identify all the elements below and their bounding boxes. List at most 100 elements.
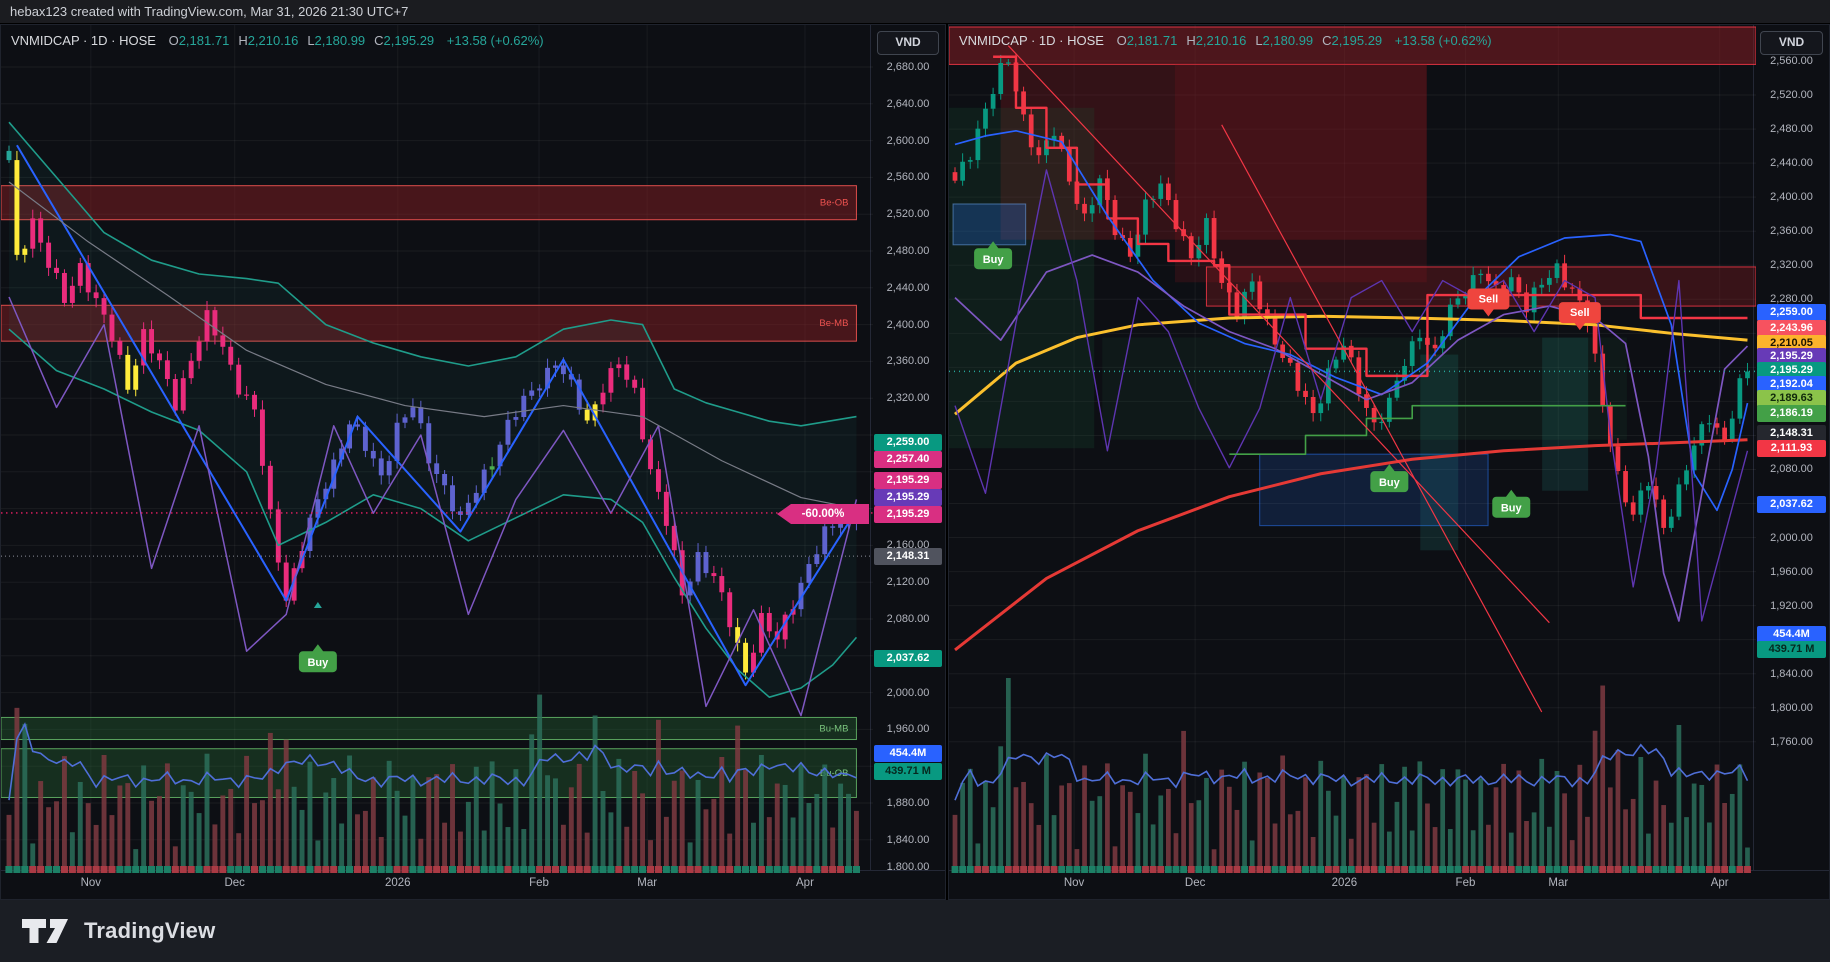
sell-signal-badge: Sell bbox=[1467, 288, 1510, 317]
watermark-text: hebax123 created with TradingView.com, M… bbox=[10, 4, 409, 19]
ohlc-value: 2,210.16 bbox=[247, 33, 299, 48]
svg-text:Sell: Sell bbox=[1570, 307, 1590, 319]
price-tick-label: 2,320.00 bbox=[1770, 259, 1813, 272]
price-value-label: 2,195.29 bbox=[874, 472, 942, 489]
price-tick-label: 2,440.00 bbox=[886, 281, 930, 294]
price-tick-label: 2,000.00 bbox=[886, 686, 930, 699]
volume-layer bbox=[952, 678, 1750, 873]
time-axis[interactable]: Nov Dec 2026 Feb Mar Apr bbox=[949, 870, 1829, 899]
price-tick-label: 2,080.00 bbox=[886, 613, 930, 625]
price-value-label: 2,195.29 bbox=[874, 506, 942, 523]
chart-canvas[interactable]: Be-OBBe-MBBu-MBBu-OBBuy bbox=[1, 25, 873, 873]
price-value-label: 2,186.19 bbox=[1757, 405, 1826, 422]
price-tick-label: 2,480.00 bbox=[886, 245, 930, 257]
time-tick-label: 2026 bbox=[384, 877, 411, 889]
svg-text:Buy: Buy bbox=[307, 657, 329, 669]
ohlc-value: 2,181.71 bbox=[1126, 33, 1178, 48]
price-tick-label: 2,080.00 bbox=[1770, 463, 1813, 476]
ohlc-key: H bbox=[1186, 33, 1196, 48]
price-tick-label: 2,000.00 bbox=[1770, 531, 1813, 544]
price-tick-label: 2,360.00 bbox=[1770, 225, 1813, 238]
ohlc-values: O2,181.71 H2,210.16 L2,180.99 C2,195.29 bbox=[1108, 33, 1383, 48]
measure-percent-label: -60.00% bbox=[777, 504, 869, 524]
price-tick-label: 2,440.00 bbox=[1770, 157, 1813, 170]
symbol-title: VNMIDCAP · 1D · HOSE bbox=[11, 33, 156, 48]
buy-signal-badge: Buy bbox=[1492, 489, 1531, 518]
svg-text:Sell: Sell bbox=[1479, 293, 1499, 305]
ohlc-value: 2,180.99 bbox=[314, 33, 366, 48]
chart-workspace: VNMIDCAP · 1D · HOSE O2,181.71 H2,210.16 L… bbox=[0, 24, 1830, 900]
svg-text:Buy: Buy bbox=[1501, 503, 1523, 515]
price-tick-label: 2,680.00 bbox=[886, 61, 930, 73]
price-tick-label: 2,320.00 bbox=[886, 392, 930, 405]
time-tick-label: Apr bbox=[1710, 877, 1729, 889]
price-tick-label: 2,360.00 bbox=[886, 355, 930, 368]
tradingview-logo-icon[interactable] bbox=[20, 915, 72, 947]
price-value-label: 2,037.62 bbox=[1757, 496, 1826, 513]
chart-canvas[interactable]: Buy Sell Sell Buy Buy bbox=[949, 25, 1756, 873]
price-value-label: 2,037.62 bbox=[874, 650, 942, 667]
time-tick-label: Dec bbox=[224, 877, 245, 889]
price-tick-label: 1,840.00 bbox=[886, 833, 930, 846]
symbol-legend: VNMIDCAP · 1D · HOSE O2,181.71 H2,210.16 L… bbox=[959, 33, 1492, 48]
ohlc-key: L bbox=[307, 33, 315, 48]
ohlc-key: O bbox=[1116, 33, 1127, 48]
ohlc-key: C bbox=[374, 33, 384, 48]
price-tick-label: 2,520.00 bbox=[1770, 89, 1813, 102]
change-value: +13.58 (+0.62%) bbox=[446, 33, 544, 48]
time-tick-label: Nov bbox=[1063, 877, 1085, 889]
svg-text:Bu-MB: Bu-MB bbox=[819, 723, 848, 734]
time-axis[interactable]: Nov Dec 2026 Feb Mar Apr bbox=[1, 870, 945, 899]
price-tick-label: 1,920.00 bbox=[1770, 599, 1813, 612]
price-tick-label: 2,600.00 bbox=[886, 134, 930, 147]
price-tick-label: 2,120.00 bbox=[886, 576, 930, 589]
price-tick-label: 1,840.00 bbox=[1770, 667, 1813, 680]
price-value-label: 2,257.40 bbox=[874, 451, 942, 468]
change-value: +13.58 (+0.62%) bbox=[1394, 33, 1492, 48]
ohlc-key: L bbox=[1255, 33, 1263, 48]
chart-pane-right[interactable]: VNMIDCAP · 1D · HOSE O2,181.71 H2,210.16 L… bbox=[948, 24, 1830, 900]
svg-text:Be-MB: Be-MB bbox=[819, 318, 848, 329]
currency-toggle-button[interactable]: VND bbox=[877, 31, 939, 55]
time-tick-label: Mar bbox=[1548, 877, 1569, 889]
ohlc-key: C bbox=[1322, 33, 1332, 48]
chart-pane-left[interactable]: VNMIDCAP · 1D · HOSE O2,181.71 H2,210.16 L… bbox=[0, 24, 946, 900]
price-tick-label: 2,640.00 bbox=[886, 97, 930, 110]
price-tick-label: 1,800.00 bbox=[1770, 701, 1813, 714]
price-value-label: 2,195.29 bbox=[874, 489, 942, 506]
footer-bar: TradingView bbox=[0, 900, 1830, 962]
ohlc-value: 2,180.99 bbox=[1262, 33, 1314, 48]
price-value-label: 2,259.00 bbox=[874, 434, 942, 451]
tradingview-wordmark: TradingView bbox=[84, 918, 216, 943]
price-tick-label: 2,560.00 bbox=[1770, 55, 1813, 67]
watermark-bar: hebax123 created with TradingView.com, M… bbox=[0, 0, 1830, 24]
bar-color-strip bbox=[951, 866, 1751, 873]
ohlc-value: 2,195.29 bbox=[383, 33, 435, 48]
price-value-label: 439.71 M bbox=[874, 763, 942, 780]
price-value-label: 2,111.93 bbox=[1757, 440, 1826, 457]
svg-text:Be-OB: Be-OB bbox=[820, 198, 849, 209]
price-tick-label: 1,960.00 bbox=[1770, 565, 1813, 578]
time-tick-label: Dec bbox=[1184, 877, 1206, 889]
price-tick-label: 1,760.00 bbox=[1770, 735, 1813, 748]
bar-color-strip bbox=[5, 866, 861, 873]
svg-text:Buy: Buy bbox=[983, 254, 1005, 266]
price-axis[interactable]: VND 2,560.00 2,520.00 2,480.00 2,440.00 2,40… bbox=[1753, 25, 1829, 871]
price-tick-label: 2,480.00 bbox=[1770, 123, 1813, 136]
price-value-label: 454.4M bbox=[874, 745, 942, 762]
svg-text:Buy: Buy bbox=[1379, 477, 1401, 489]
buy-signal-badge: Buy bbox=[298, 644, 337, 673]
ohlc-key: O bbox=[168, 33, 179, 48]
symbol-legend: VNMIDCAP · 1D · HOSE O2,181.71 H2,210.16 L… bbox=[11, 33, 544, 48]
time-tick-label: Mar bbox=[637, 877, 658, 889]
ohlc-values: O2,181.71 H2,210.16 L2,180.99 C2,195.29 bbox=[160, 33, 435, 48]
price-tick-label: 2,400.00 bbox=[1770, 191, 1813, 204]
price-tick-label: 1,960.00 bbox=[886, 723, 930, 736]
zones-layer bbox=[949, 26, 1756, 551]
price-axis[interactable]: VND 2,680.00 2,640.00 2,600.00 2,560.00 2,52… bbox=[870, 25, 945, 873]
price-tick-label: 1,880.00 bbox=[886, 797, 930, 809]
symbol-title: VNMIDCAP · 1D · HOSE bbox=[959, 33, 1104, 48]
time-tick-label: Apr bbox=[796, 877, 814, 889]
currency-toggle-button[interactable]: VND bbox=[1760, 31, 1823, 55]
ohlc-key: H bbox=[238, 33, 248, 48]
